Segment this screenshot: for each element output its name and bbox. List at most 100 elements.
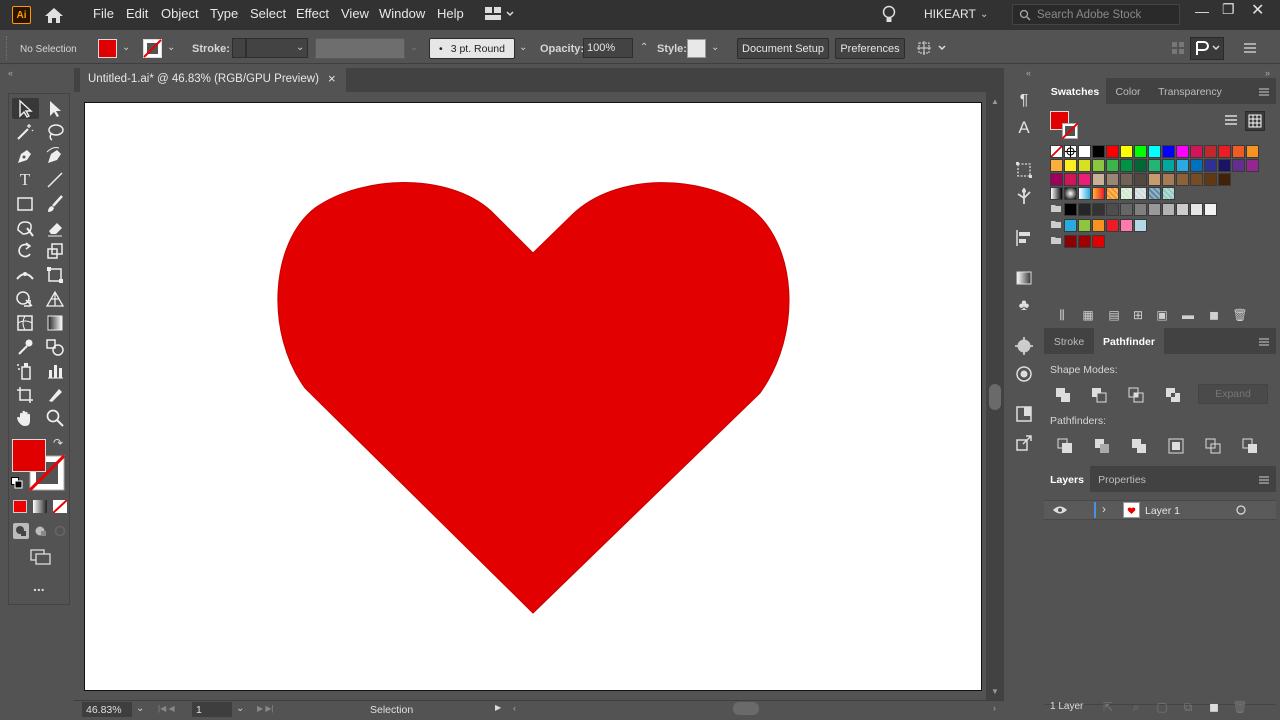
hand-tool-icon[interactable]	[15, 408, 35, 428]
layer-name[interactable]: Layer 1	[1145, 505, 1180, 517]
symbol-sprayer-tool-icon[interactable]	[15, 361, 35, 381]
minimize-icon[interactable]: —	[1195, 3, 1209, 19]
color-swatch[interactable]	[1204, 173, 1217, 186]
brush-dropdown-icon[interactable]: ⌄	[519, 42, 527, 53]
tab-stroke[interactable]: Stroke	[1044, 328, 1094, 354]
minus-back-icon[interactable]	[1242, 438, 1258, 454]
color-swatch[interactable]	[1092, 145, 1105, 158]
line-segment-tool-icon[interactable]	[45, 170, 65, 190]
new-layer-icon[interactable]: ◼	[1206, 700, 1222, 714]
color-swatch[interactable]	[1190, 145, 1203, 158]
default-fill-stroke-icon[interactable]	[11, 477, 23, 489]
blend-tool-icon[interactable]	[45, 337, 65, 357]
list-view-icon[interactable]	[1224, 114, 1238, 128]
color-swatch[interactable]	[1106, 173, 1119, 186]
symbols-icon[interactable]: ♣	[1014, 296, 1034, 316]
align-icon[interactable]	[1170, 40, 1186, 56]
color-swatch[interactable]	[1092, 203, 1105, 216]
color-swatch[interactable]	[1106, 203, 1119, 216]
pathfinder-menu-icon[interactable]	[1258, 336, 1270, 348]
zoom-tool-icon[interactable]	[45, 408, 65, 428]
color-swatch[interactable]	[1120, 173, 1133, 186]
color-swatch[interactable]	[1190, 159, 1203, 172]
stroke-weight-dropdown-icon[interactable]: ⌄	[296, 42, 304, 53]
color-swatch[interactable]	[1106, 159, 1119, 172]
color-swatch[interactable]	[1232, 159, 1245, 172]
color-swatch[interactable]	[1120, 187, 1133, 200]
tab-transparency[interactable]: Transparency	[1154, 78, 1226, 104]
scroll-left-icon[interactable]: ‹	[513, 703, 516, 713]
collapse-tools-icon[interactable]: «	[8, 68, 13, 78]
color-swatch[interactable]	[1176, 173, 1189, 186]
gradient-panel-icon[interactable]	[1014, 268, 1034, 288]
preferences-button[interactable]: Preferences	[835, 38, 905, 59]
color-swatch[interactable]	[1162, 173, 1175, 186]
style-dropdown-icon[interactable]: ⌄	[711, 42, 719, 53]
opacity-input[interactable]: 100%	[583, 38, 633, 58]
horizontal-scroll-thumb[interactable]	[733, 702, 759, 715]
type-tool-icon[interactable]: T	[15, 170, 35, 190]
color-swatch[interactable]	[1218, 159, 1231, 172]
search-adobe-stock[interactable]: Search Adobe Stock	[1012, 4, 1180, 25]
rectangle-tool-icon[interactable]	[15, 194, 35, 214]
profile-dropdown-icon[interactable]: ⌄	[410, 42, 418, 53]
arrange-documents-icon[interactable]	[485, 7, 515, 21]
grid-view-toggle[interactable]	[1245, 111, 1265, 131]
divide-icon[interactable]	[1057, 438, 1073, 454]
color-swatch[interactable]	[1078, 235, 1091, 248]
color-swatch[interactable]	[1148, 187, 1161, 200]
gradient-tool-icon[interactable]	[45, 313, 65, 333]
color-swatch[interactable]	[1190, 203, 1203, 216]
vertical-scrollbar[interactable]: ▲ ▼	[986, 92, 1004, 701]
swatches-menu-icon[interactable]	[1258, 86, 1270, 98]
menu-select[interactable]: Select	[250, 6, 286, 21]
recolor-icon[interactable]	[1014, 336, 1034, 356]
expand-button[interactable]: Expand	[1198, 384, 1268, 404]
artboard[interactable]	[84, 102, 982, 691]
eyedropper-tool-icon[interactable]	[15, 337, 35, 357]
width-tool-icon[interactable]	[15, 265, 35, 285]
new-swatch-icon[interactable]: ◼	[1206, 308, 1222, 322]
color-swatch[interactable]	[1064, 187, 1077, 200]
first-artboard-icon[interactable]: |◀ ◀	[158, 704, 175, 713]
menu-type[interactable]: Type	[210, 6, 238, 21]
color-swatch[interactable]	[1050, 173, 1063, 186]
color-swatch[interactable]	[1078, 187, 1091, 200]
color-swatch[interactable]	[1078, 173, 1091, 186]
layer-target-icon[interactable]	[1236, 505, 1246, 515]
color-swatch[interactable]	[1050, 159, 1063, 172]
artboard-number-field[interactable]: 1	[192, 702, 232, 717]
artboard-tool-icon[interactable]	[15, 385, 35, 405]
slice-tool-icon[interactable]	[45, 385, 65, 405]
stroke-weight-stepper[interactable]	[232, 38, 246, 58]
document-setup-button[interactable]: Document Setup	[737, 38, 829, 59]
fill-swatch-front[interactable]	[12, 439, 46, 472]
close-window-icon[interactable]: ✕	[1251, 0, 1264, 20]
pen-tool-icon[interactable]	[15, 146, 35, 166]
new-sublayer-icon[interactable]: ⧉	[1180, 700, 1196, 714]
shaper-tool-icon[interactable]	[15, 218, 35, 238]
layers-menu-icon[interactable]	[1258, 474, 1270, 486]
status-menu-icon[interactable]: ▶	[495, 703, 501, 712]
draw-normal-icon[interactable]	[13, 523, 29, 539]
outline-icon[interactable]	[1205, 438, 1221, 454]
minus-front-icon[interactable]	[1091, 387, 1107, 403]
unite-icon[interactable]	[1055, 387, 1071, 403]
workspace-switcher[interactable]: HIKEART	[924, 7, 976, 21]
menu-edit[interactable]: Edit	[126, 6, 148, 21]
chevron-down-icon[interactable]: ⌄	[980, 9, 988, 20]
menu-object[interactable]: Object	[161, 6, 199, 21]
artboard-dropdown-icon[interactable]: ⌄	[236, 703, 244, 714]
color-swatch[interactable]	[1064, 203, 1077, 216]
zoom-dropdown-icon[interactable]: ⌄	[136, 703, 144, 714]
control-bar-grip[interactable]	[6, 36, 10, 60]
tab-color[interactable]: Color	[1110, 78, 1146, 104]
add-to-library-icon[interactable]: ▣	[1154, 308, 1170, 322]
menu-effect[interactable]: Effect	[296, 6, 329, 21]
direct-selection-tool-icon[interactable]	[45, 99, 65, 119]
color-swatch[interactable]	[1148, 159, 1161, 172]
color-swatch[interactable]	[1106, 145, 1119, 158]
shape-builder-tool-icon[interactable]	[15, 289, 35, 309]
export-icon[interactable]	[1014, 433, 1034, 453]
menu-file[interactable]: File	[93, 6, 114, 21]
